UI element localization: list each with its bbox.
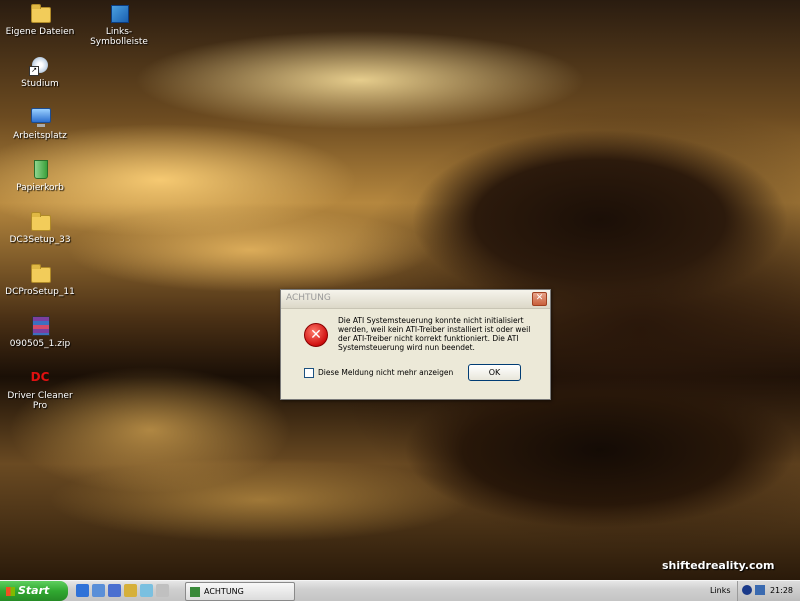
desktop-icon-label: DC3Setup_33: [9, 235, 71, 245]
desktop-icon-links-symbolleiste[interactable]: Links-Symbolleiste: [79, 2, 159, 47]
desktop-icon-label: DCProSetup_11: [5, 287, 75, 297]
archive-icon: [29, 314, 51, 336]
watermark: shiftedreality.com: [662, 559, 775, 572]
folder-icon: [29, 262, 51, 284]
desktop-icon-label: 090505_1.zip: [9, 339, 71, 349]
achtung-dialog: ACHTUNG ✕ ✕ Die ATI Systemsteuerung konn…: [280, 289, 551, 400]
media-player-icon[interactable]: [108, 584, 121, 597]
start-label: Start: [18, 584, 50, 597]
dialog-title: ACHTUNG: [286, 293, 331, 303]
quicklaunch-extra-icon[interactable]: [156, 584, 169, 597]
quicklaunch-app-icon[interactable]: [124, 584, 137, 597]
show-desktop-icon[interactable]: [92, 584, 105, 597]
system-tray: 21:28: [737, 581, 800, 601]
dialog-titlebar[interactable]: ACHTUNG ✕: [281, 290, 550, 309]
close-button[interactable]: ✕: [532, 292, 547, 306]
desktop-icon-label: Links-Symbolleiste: [90, 27, 148, 47]
taskbar: Start ACHTUNG Links 21:28: [0, 580, 800, 601]
island-silhouette: [300, 90, 800, 320]
driver-cleaner-icon: DC: [30, 370, 50, 384]
dialog-message: Die ATI Systemsteuerung konnte nicht ini…: [338, 316, 531, 352]
desktop-icon-label: Studium: [21, 79, 59, 89]
taskbar-button-achtung[interactable]: ACHTUNG: [185, 582, 295, 601]
island-reflection: [300, 390, 800, 580]
dont-show-again-checkbox[interactable]: Diese Meldung nicht mehr anzeigen: [304, 368, 453, 378]
folder-icon: [29, 210, 51, 232]
task-button-label: ACHTUNG: [204, 587, 244, 596]
desktop-icon-label: Papierkorb: [16, 183, 64, 193]
desktop-icon-dc3setup[interactable]: DC3Setup_33: [0, 210, 80, 245]
desktop-icon-driver-cleaner[interactable]: DC Driver Cleaner Pro: [0, 366, 80, 411]
window-app-icon: [190, 586, 200, 597]
desktop-icon-zip[interactable]: 090505_1.zip: [0, 314, 80, 349]
studio-icon: ↗: [29, 54, 51, 76]
desktop-icon-arbeitsplatz[interactable]: Arbeitsplatz: [0, 106, 80, 141]
computer-icon: [29, 106, 51, 128]
desktop-icon-label: Driver Cleaner Pro: [7, 391, 73, 411]
ok-button[interactable]: OK: [468, 364, 521, 381]
folder-icon: [29, 2, 51, 24]
desktop-icon-studium[interactable]: ↗ Studium: [0, 54, 80, 89]
messenger-icon[interactable]: [140, 584, 153, 597]
desktop-icon-eigene-dateien[interactable]: Eigene Dateien: [0, 2, 80, 37]
windows-flag-icon: [6, 586, 15, 596]
recycle-bin-icon: [29, 158, 51, 180]
shortcut-icon: [108, 2, 130, 24]
desktop-icon-label: Arbeitsplatz: [13, 131, 67, 141]
links-toolbar[interactable]: Links: [710, 586, 731, 595]
start-button[interactable]: Start: [0, 581, 68, 601]
checkbox-label: Diese Meldung nicht mehr anzeigen: [318, 368, 454, 377]
tray-monitor-icon[interactable]: [755, 585, 765, 595]
checkbox-box[interactable]: [304, 368, 314, 378]
watermark-part1: shifted: [662, 559, 706, 572]
internet-explorer-icon[interactable]: [76, 584, 89, 597]
desktop-icon-label: Eigene Dateien: [5, 27, 75, 37]
desktop-icon-dcprosetup[interactable]: DCProSetup_11: [0, 262, 80, 297]
error-icon: ✕: [304, 323, 328, 347]
watermark-part2: reality.com: [705, 559, 775, 572]
tray-network-icon[interactable]: [742, 585, 752, 595]
close-icon: ✕: [535, 293, 544, 303]
clock: 21:28: [769, 586, 793, 595]
desktop-icon-papierkorb[interactable]: Papierkorb: [0, 158, 80, 193]
